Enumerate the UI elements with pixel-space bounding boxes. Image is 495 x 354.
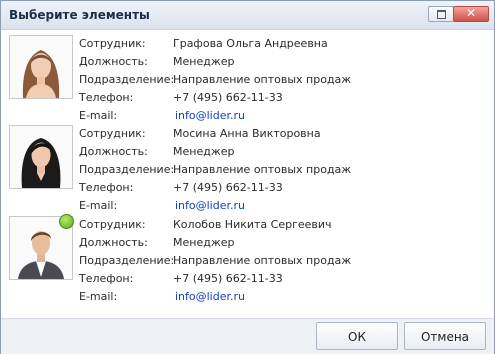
employee-label: Сотрудник: (79, 37, 146, 50)
employee-phone: +7 (495) 662-11-33 (173, 91, 283, 104)
employee-photo (9, 125, 73, 189)
phone-label: Телефон: (79, 91, 134, 104)
email-label: E-mail: (79, 109, 118, 122)
restore-button[interactable] (428, 6, 454, 22)
employee-phone: +7 (495) 662-11-33 (173, 181, 283, 194)
employee-position: Менеджер (173, 55, 235, 68)
ok-button[interactable]: ОК (316, 322, 398, 350)
title-bar[interactable]: Выберите элементы ✕ (1, 1, 494, 30)
department-label: Подразделение: (79, 163, 175, 176)
employee-email-link[interactable]: info@lider.ru (175, 290, 245, 303)
department-label: Подразделение: (79, 254, 175, 267)
employee-label: Сотрудник: (79, 127, 146, 140)
employee-name: Колобов Никита Сергеевич (173, 218, 332, 231)
employee-email-link[interactable]: info@lider.ru (175, 199, 245, 212)
employee-name: Мосина Анна Викторовна (173, 127, 321, 140)
position-label: Должность: (79, 236, 148, 249)
employee-phone: +7 (495) 662-11-33 (173, 272, 283, 285)
online-status-icon (59, 214, 74, 229)
cancel-button[interactable]: Отмена (404, 322, 486, 350)
position-label: Должность: (79, 55, 148, 68)
email-label: E-mail: (79, 199, 118, 212)
dialog-footer: ОК Отмена (1, 318, 494, 354)
email-label: E-mail: (79, 290, 118, 303)
employee-name: Графова Ольга Андреевна (173, 37, 328, 50)
employee-department: Направление оптовых продаж (173, 163, 352, 176)
select-elements-dialog: Выберите элементы ✕ Сотрудник: Графова О… (0, 0, 495, 354)
employee-position: Менеджер (173, 145, 235, 158)
position-label: Должность: (79, 145, 148, 158)
employee-position: Менеджер (173, 236, 235, 249)
employee-list: Сотрудник: Графова Ольга Андреевна Должн… (1, 30, 494, 318)
department-label: Подразделение: (79, 73, 175, 86)
phone-label: Телефон: (79, 181, 134, 194)
employee-label: Сотрудник: (79, 218, 146, 231)
close-icon: ✕ (465, 6, 477, 20)
employee-department: Направление оптовых продаж (173, 254, 352, 267)
close-button[interactable]: ✕ (453, 6, 489, 22)
restore-icon (437, 10, 446, 19)
phone-label: Телефон: (79, 272, 134, 285)
employee-department: Направление оптовых продаж (173, 73, 352, 86)
employee-email-link[interactable]: info@lider.ru (175, 109, 245, 122)
dialog-title: Выберите элементы (9, 8, 150, 22)
list-item[interactable]: Сотрудник: Мосина Анна Викторовна Должно… (1, 125, 494, 215)
list-item[interactable]: Сотрудник: Графова Ольга Андреевна Должн… (1, 35, 494, 125)
employee-photo (9, 35, 73, 99)
list-item[interactable]: Сотрудник: Колобов Никита Сергеевич Долж… (1, 214, 494, 306)
